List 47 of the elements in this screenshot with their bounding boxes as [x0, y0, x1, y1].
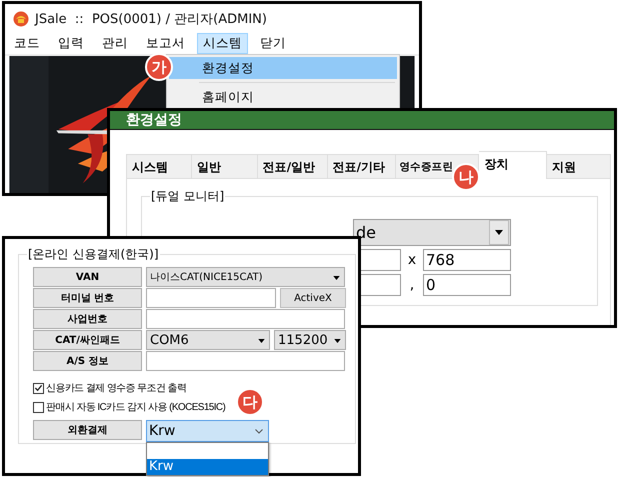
menu-item[interactable]: 코드	[8, 33, 46, 54]
tab[interactable]: 지원	[547, 154, 612, 179]
select-field[interactable]: 115200	[274, 330, 346, 350]
tab[interactable]: 시스템	[126, 154, 192, 179]
window-title: JSale :: POS(0001) / 관리자(ADMIN)	[35, 10, 267, 28]
field-label: 사업번호	[33, 309, 142, 329]
caret-icon	[333, 276, 340, 280]
tab[interactable]: 장치	[479, 151, 548, 179]
menu-item[interactable]: 보고서	[140, 33, 191, 54]
field-label: VAN	[33, 267, 142, 287]
menu-item[interactable]: 시스템	[197, 33, 248, 54]
menu-item[interactable]: 입력	[52, 33, 90, 54]
group-label: [듀얼 모니터]	[150, 188, 226, 204]
field-label: CAT/싸인패드	[33, 330, 142, 350]
group-label: [온라인 신용결제(한국)]	[27, 246, 160, 262]
tab[interactable]: 일반	[192, 154, 258, 179]
input-field[interactable]: 768	[423, 249, 511, 271]
checkbox-label: 판매시 자동 IC카드 감지 사용 (KOCES15IC)	[46, 401, 226, 414]
input-field[interactable]	[146, 288, 276, 308]
chevron-icon	[255, 429, 263, 434]
menu-item[interactable]: 홈페이지	[169, 86, 397, 108]
menu-item[interactable]: 닫기	[254, 33, 292, 54]
window-title: 환경설정	[126, 111, 182, 129]
menu-item[interactable]: 환경설정	[169, 57, 397, 79]
input-field[interactable]	[146, 351, 345, 371]
list-option[interactable]: Krw	[147, 459, 268, 475]
tab[interactable]: 전표/일반	[258, 154, 328, 179]
input-field[interactable]	[146, 309, 345, 329]
select-field[interactable]: 나이스CAT(NICE15CAT)	[146, 267, 345, 287]
field-label: 터미널 번호	[33, 288, 142, 308]
separator-text: ,	[408, 277, 416, 293]
checkbox[interactable]	[33, 382, 44, 394]
menu-item[interactable]: 관리	[96, 33, 134, 54]
checkbox-label: 신용카드 결제 영수증 무조건 출력	[46, 382, 186, 395]
input-field[interactable]: 0	[423, 274, 511, 296]
caret-icon	[495, 230, 503, 235]
checkbox[interactable]	[33, 402, 44, 412]
field-label: A/S 정보	[33, 351, 142, 371]
currency-select[interactable]: Krw	[146, 420, 269, 442]
app-logo-icon	[13, 10, 29, 26]
field-label: 외환결제	[33, 420, 142, 440]
select-field[interactable]: COM6	[146, 330, 270, 350]
caret-icon	[334, 339, 341, 343]
tab[interactable]: 전표/기타	[328, 154, 396, 179]
activex-button[interactable]: ActiveX	[280, 288, 346, 308]
caret-icon	[258, 339, 265, 343]
separator-text: x	[406, 252, 418, 268]
